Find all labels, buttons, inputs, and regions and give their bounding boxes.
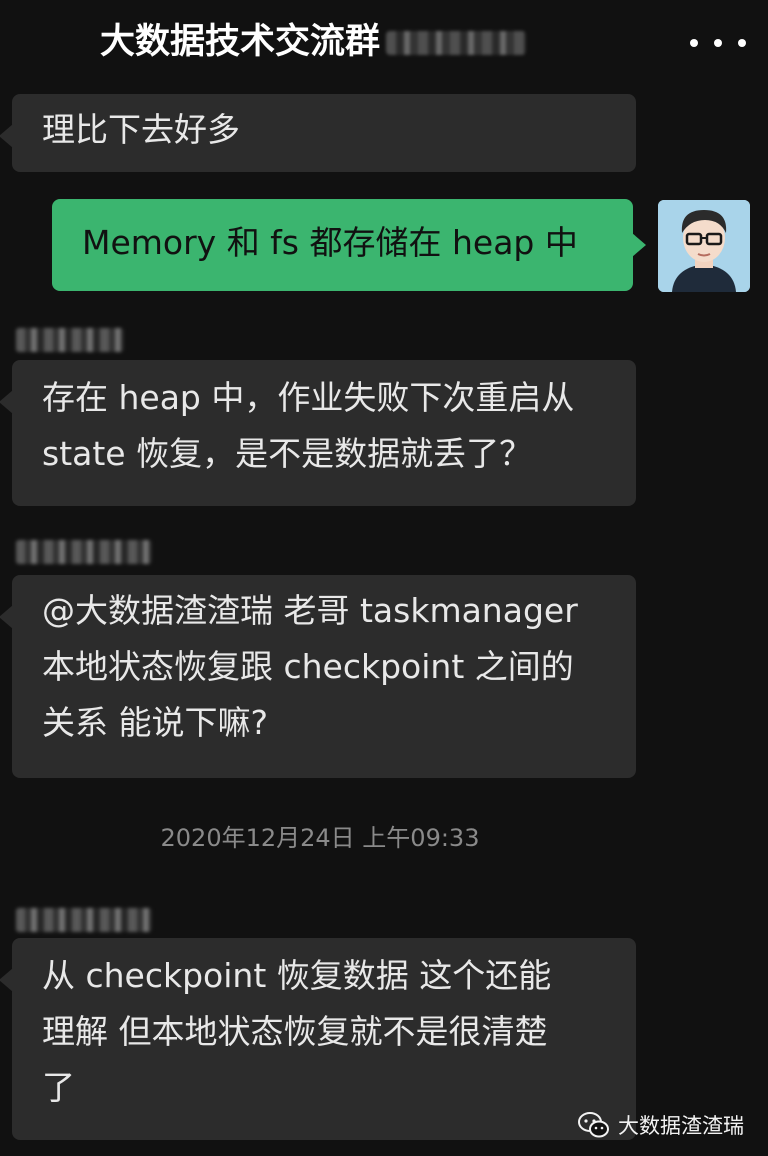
- avatar-icon: [658, 200, 750, 292]
- message-text: 理比下去好多: [42, 110, 240, 149]
- more-options-button[interactable]: [690, 28, 746, 58]
- message-text-line: @大数据渣渣瑞 老哥 taskmanager: [42, 591, 578, 630]
- sender-name-blurred: [16, 908, 152, 932]
- message-bubble-received[interactable]: @大数据渣渣瑞 老哥 taskmanager 本地状态恢复跟 checkpoin…: [0, 575, 636, 778]
- message-timestamp: 2020年12月24日 上午09:33: [160, 824, 480, 852]
- message-bubble-sent[interactable]: Memory 和 fs 都存储在 heap 中: [52, 199, 646, 291]
- more-icon-dot: [738, 39, 746, 47]
- sender-name-blurred: [16, 328, 124, 352]
- message-text: Memory 和 fs 都存储在 heap 中: [82, 223, 578, 262]
- more-icon-dot: [690, 39, 698, 47]
- watermark-text: 大数据渣渣瑞: [618, 1114, 744, 1138]
- message-text-line: 关系 能说下嘛?: [42, 703, 269, 742]
- more-icon-dot: [714, 39, 722, 47]
- message-text-line: 从 checkpoint 恢复数据 这个还能: [42, 956, 552, 995]
- blurred-group-id: [386, 31, 527, 55]
- message-text-line: state 恢复，是不是数据就丢了？: [42, 434, 533, 473]
- watermark: 大数据渣渣瑞: [578, 1110, 744, 1140]
- group-name: 大数据技术交流群: [100, 22, 381, 62]
- message-text-line: 存在 heap 中，作业失败下次重启从: [42, 378, 575, 417]
- chat-header: 大数据技术交流群: [0, 0, 768, 88]
- message-bubble-received[interactable]: 从 checkpoint 恢复数据 这个还能 理解 但本地状态恢复就不是很清楚 …: [0, 938, 636, 1140]
- my-avatar[interactable]: [658, 200, 750, 292]
- message-bubble-received[interactable]: 存在 heap 中，作业失败下次重启从 state 恢复，是不是数据就丢了？: [0, 360, 636, 506]
- message-bubble-received[interactable]: 理比下去好多: [0, 94, 636, 172]
- message-text-line: 理解 但本地状态恢复就不是很清楚: [42, 1012, 548, 1051]
- chat-message-list[interactable]: 理比下去好多 Memory 和 fs 都存储在 heap 中 存在 heap 中…: [0, 88, 768, 1156]
- message-text-line: 本地状态恢复跟 checkpoint 之间的: [42, 647, 574, 686]
- wechat-icon: [578, 1112, 610, 1138]
- group-title: 大数据技术交流群: [100, 18, 527, 66]
- message-text-line: 了: [42, 1068, 75, 1107]
- sender-name-blurred: [16, 540, 152, 564]
